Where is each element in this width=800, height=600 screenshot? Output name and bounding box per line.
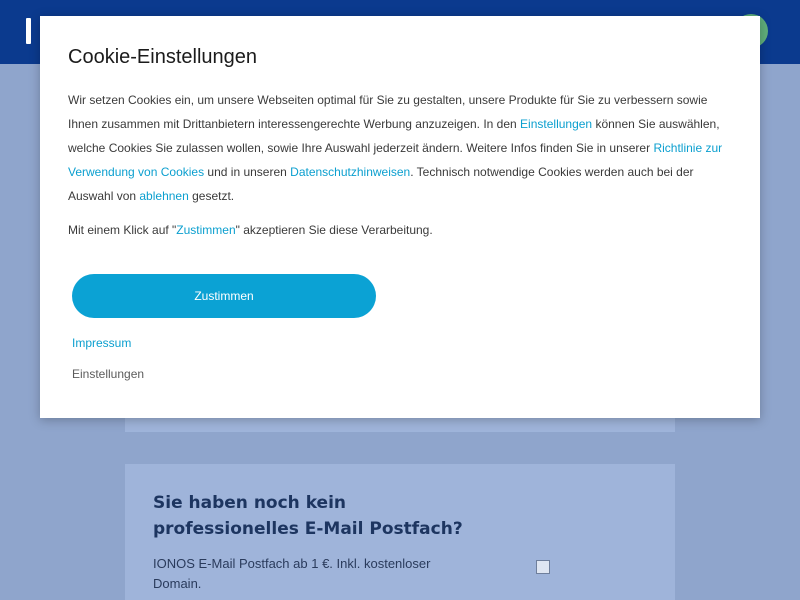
broken-image-icon [536,560,550,574]
settings-link[interactable]: Einstellungen [72,367,144,381]
cookie-consent-dialog: Cookie-Einstellungen Wir setzen Cookies … [40,16,760,418]
promo-title: Sie haben noch kein professionelles E-Ma… [153,493,463,539]
reject-link[interactable]: ablehnen [139,189,188,203]
email-promo-card: Sie haben noch kein professionelles E-Ma… [125,464,675,600]
impressum-link[interactable]: Impressum [72,336,131,350]
dialog-title: Cookie-Einstellungen [68,46,258,68]
logo[interactable] [26,18,31,44]
consent-text: Mit einem Klick auf " [68,223,177,237]
body-text: gesetzt. [188,189,235,203]
einstellungen-link[interactable]: Einstellungen [520,117,592,131]
cookie-description: Wir setzen Cookies ein, um unsere Websei… [68,88,728,208]
promo-text: IONOS E-Mail Postfach ab 1 €. Inkl. kost… [153,556,431,591]
dialog-body: Wir setzen Cookies ein, um unsere Websei… [68,88,728,242]
consent-text: " akzeptieren Sie diese Verarbeitung. [235,223,433,237]
consent-note: Mit einem Klick auf "Zustimmen" akzeptie… [68,218,728,242]
accept-button[interactable]: Zustimmen [72,274,376,318]
privacy-notice-link[interactable]: Datenschutzhinweisen [290,165,410,179]
body-text: und in unseren [204,165,291,179]
zustimmen-inline-link[interactable]: Zustimmen [176,223,235,237]
